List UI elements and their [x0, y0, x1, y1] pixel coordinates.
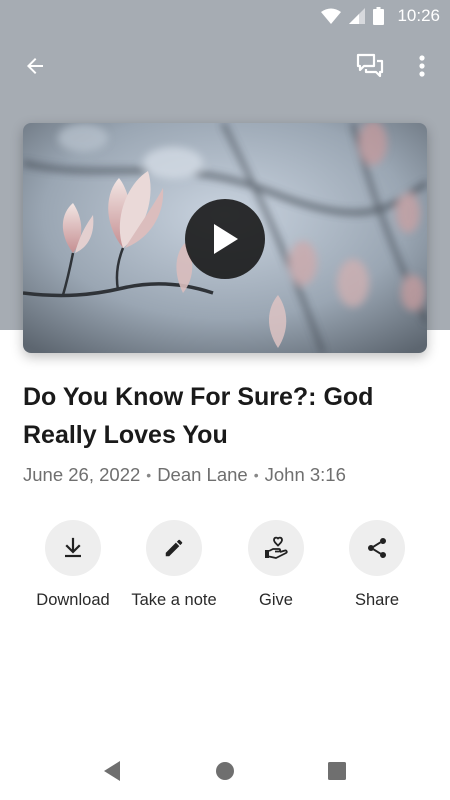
more-vert-icon	[419, 55, 425, 77]
give-action[interactable]: Give	[221, 520, 331, 610]
share-icon	[368, 538, 386, 558]
sermon-reference[interactable]: John 3:16	[265, 464, 346, 486]
more-options-button[interactable]	[404, 46, 440, 86]
sermon-meta: June 26, 2022 • Dean Lane • John 3:16	[23, 464, 346, 486]
status-bar: 10:26	[0, 0, 450, 32]
system-nav-bar	[0, 740, 450, 800]
battery-icon	[373, 7, 384, 25]
signal-icon	[349, 8, 365, 24]
take-note-button[interactable]	[146, 520, 202, 576]
sermon-date: June 26, 2022	[23, 464, 141, 485]
back-button[interactable]	[15, 46, 55, 86]
download-icon	[65, 537, 81, 558]
share-action[interactable]: Share	[322, 520, 432, 610]
download-action[interactable]: Download	[18, 520, 128, 610]
wifi-icon	[321, 8, 341, 24]
pencil-icon	[165, 539, 183, 557]
download-button[interactable]	[45, 520, 101, 576]
meta-separator: •	[146, 467, 152, 483]
take-note-action[interactable]: Take a note	[119, 520, 229, 610]
nav-back-button[interactable]	[99, 758, 125, 784]
back-arrow-icon	[27, 58, 43, 74]
give-label: Give	[259, 591, 293, 609]
meta-separator: •	[253, 467, 259, 483]
chat-button[interactable]	[350, 46, 390, 86]
take-note-label: Take a note	[131, 591, 217, 609]
sermon-speaker[interactable]: Dean Lane	[157, 464, 248, 486]
share-label: Share	[354, 591, 400, 609]
sermon-video-thumbnail[interactable]	[23, 123, 427, 353]
chat-icon	[356, 53, 384, 78]
give-heart-hand-icon	[265, 536, 288, 559]
play-button[interactable]	[185, 199, 265, 279]
nav-home-icon	[216, 762, 234, 780]
share-button[interactable]	[349, 520, 405, 576]
nav-home-button[interactable]	[212, 758, 238, 784]
play-icon	[214, 224, 238, 254]
nav-back-icon	[104, 761, 120, 781]
download-label: Download	[36, 591, 110, 609]
status-icons	[321, 7, 384, 25]
status-time: 10:26	[397, 6, 440, 25]
nav-recents-button[interactable]	[324, 758, 350, 784]
nav-recents-icon	[328, 762, 346, 780]
give-button[interactable]	[248, 520, 304, 576]
sermon-title: Do You Know For Sure?: God Really Loves …	[23, 383, 374, 449]
